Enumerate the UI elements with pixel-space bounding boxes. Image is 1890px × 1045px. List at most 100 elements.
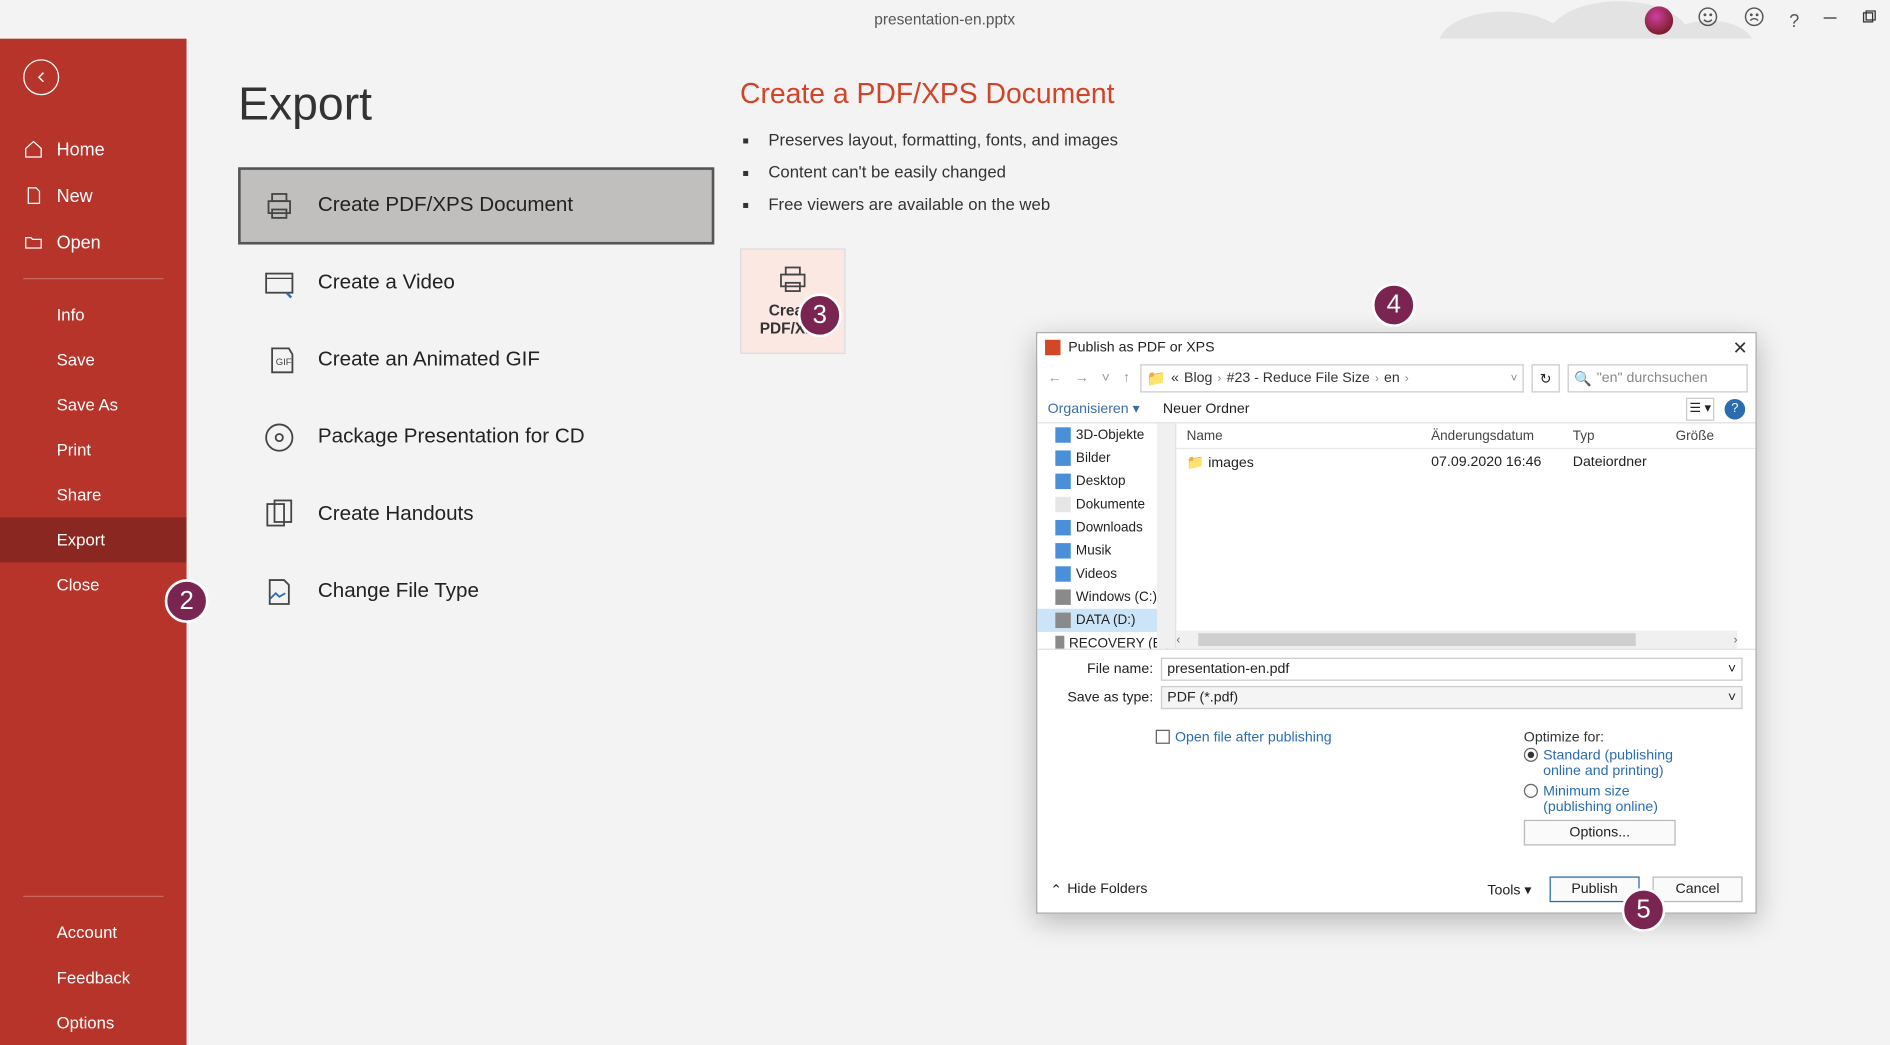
close-icon[interactable]: ✕ [1733, 337, 1748, 359]
open-after-checkbox[interactable] [1156, 730, 1170, 744]
nav-open[interactable]: Open [0, 219, 187, 265]
nav-feedback[interactable]: Feedback [0, 955, 187, 1000]
file-icon [23, 185, 44, 206]
nav-dropdown-icon[interactable]: ˅ [1099, 371, 1112, 386]
cancel-button[interactable]: Cancel [1653, 876, 1743, 902]
help-icon[interactable]: ? [1725, 398, 1746, 419]
file-row-name: 📁 images [1176, 454, 1421, 471]
savetype-field[interactable]: PDF (*.pdf) ˅ [1161, 686, 1743, 709]
export-option-pdf-label: Create PDF/XPS Document [318, 194, 573, 217]
export-option-gif[interactable]: GIF Create an Animated GIF [238, 322, 714, 399]
tree-item-downloads[interactable]: Downloads [1037, 516, 1175, 539]
folder-open-icon [23, 232, 44, 253]
tools-menu[interactable]: Tools ▾ [1487, 881, 1531, 898]
filename-label: File name: [1050, 662, 1161, 677]
nav-divider-bottom [23, 896, 163, 897]
tree-item-3d[interactable]: 3D-Objekte [1037, 423, 1175, 446]
path-breadcrumb[interactable]: 📁 « Blog› #23 - Reduce File Size› en› ˅ [1140, 364, 1524, 392]
back-button[interactable] [23, 59, 59, 95]
tree-item-d[interactable]: DATA (D:) [1037, 609, 1175, 632]
tree-item-c[interactable]: Windows (C:) [1037, 586, 1175, 609]
chevron-down-icon[interactable]: ˅ [1511, 372, 1518, 385]
folder-icon: 📁 [1147, 369, 1166, 387]
export-option-filetype[interactable]: Change File Type [238, 553, 714, 630]
user-avatar[interactable] [1645, 6, 1673, 34]
export-option-video[interactable]: Create a Video [238, 245, 714, 322]
radio-standard[interactable]: Standard (publishing online and printing… [1524, 748, 1743, 779]
backstage-sidebar: Home New Open Info Save Save As Print Sh… [0, 39, 187, 1045]
tree-item-videos[interactable]: Videos [1037, 562, 1175, 585]
radio-standard-button[interactable] [1524, 748, 1538, 762]
nav-print[interactable]: Print [0, 427, 187, 472]
nav-close[interactable]: Close [0, 562, 187, 607]
nav-saveas[interactable]: Save As [0, 382, 187, 427]
nav-divider [23, 278, 163, 279]
export-option-handouts[interactable]: Create Handouts [238, 476, 714, 553]
radio-minimum-button[interactable] [1524, 784, 1538, 798]
open-after-label[interactable]: Open file after publishing [1175, 730, 1332, 745]
export-option-pdf[interactable]: Create PDF/XPS Document [238, 167, 714, 244]
col-type[interactable]: Typ [1562, 428, 1665, 443]
restore-icon[interactable] [1861, 8, 1876, 31]
nav-new-label: New [57, 185, 93, 206]
home-icon [23, 139, 44, 160]
frown-icon[interactable] [1743, 5, 1766, 35]
col-name[interactable]: Name [1176, 428, 1421, 443]
file-row-date: 07.09.2020 16:46 [1421, 454, 1563, 471]
view-mode-button[interactable]: ☰ ▾ [1686, 397, 1714, 420]
bullet-1: Preserves layout, formatting, fonts, and… [740, 124, 1838, 156]
annotation-badge-4: 4 [1372, 283, 1416, 327]
nav-new[interactable]: New [0, 172, 187, 218]
filetype-icon [261, 574, 297, 610]
smile-icon[interactable] [1697, 5, 1720, 35]
nav-home[interactable]: Home [0, 126, 187, 172]
refresh-button[interactable]: ↻ [1532, 364, 1560, 392]
file-list[interactable]: Name Änderungsdatum Typ Größe 📁 images 0… [1176, 423, 1755, 648]
tree-item-dokumente[interactable]: Dokumente [1037, 493, 1175, 516]
tree-item-bilder[interactable]: Bilder [1037, 447, 1175, 470]
chevron-down-icon[interactable]: ˅ [1728, 690, 1736, 705]
search-input[interactable]: 🔍 "en" durchsuchen [1568, 364, 1748, 392]
nav-forward-icon[interactable]: → [1072, 371, 1091, 386]
folder-tree[interactable]: 3D-Objekte Bilder Desktop Dokumente Down… [1037, 423, 1176, 648]
export-option-video-label: Create a Video [318, 272, 455, 295]
export-option-cd[interactable]: Package Presentation for CD [238, 399, 714, 476]
file-list-header[interactable]: Name Änderungsdatum Typ Größe [1176, 423, 1755, 449]
nav-save[interactable]: Save [0, 337, 187, 382]
filename-field[interactable]: presentation-en.pdf ˅ [1161, 658, 1743, 681]
minimize-icon[interactable] [1822, 8, 1837, 31]
radio-minimum[interactable]: Minimum size (publishing online) [1524, 784, 1743, 815]
nav-share[interactable]: Share [0, 472, 187, 517]
organise-menu[interactable]: Organisieren ▾ [1048, 400, 1140, 417]
handouts-icon [261, 497, 297, 533]
nav-info[interactable]: Info [0, 292, 187, 337]
col-date[interactable]: Änderungsdatum [1421, 428, 1563, 443]
file-row[interactable]: 📁 images 07.09.2020 16:46 Dateiordner [1176, 449, 1755, 476]
col-size[interactable]: Größe [1665, 428, 1755, 443]
chevron-up-icon: ⌃ [1050, 881, 1062, 898]
tree-scrollbar[interactable] [1157, 423, 1175, 648]
help-icon[interactable]: ? [1789, 10, 1799, 31]
nav-options[interactable]: Options [0, 1000, 187, 1045]
hide-folders-toggle[interactable]: ⌃ Hide Folders [1050, 881, 1147, 898]
document-title: presentation-en.pptx [874, 10, 1015, 28]
titlebar-controls: ? [1645, 5, 1876, 35]
nav-home-label: Home [57, 139, 105, 160]
options-button[interactable]: Options... [1524, 820, 1676, 846]
bullet-3: Free viewers are available on the web [740, 188, 1838, 220]
publish-dialog: Publish as PDF or XPS ✕ ← → ˅ ↑ 📁 « Blog… [1036, 332, 1757, 914]
tree-item-e[interactable]: RECOVERY (E:) [1037, 632, 1175, 649]
nav-back-icon[interactable]: ← [1045, 371, 1064, 386]
dialog-titlebar: Publish as PDF or XPS ✕ [1037, 333, 1755, 361]
annotation-badge-5: 5 [1622, 888, 1666, 932]
optimize-label: Optimize for: [1524, 730, 1604, 745]
nav-export[interactable]: Export [0, 517, 187, 562]
nav-account[interactable]: Account [0, 910, 187, 955]
horizontal-scrollbar[interactable]: ‹ › [1176, 631, 1737, 649]
new-folder-button[interactable]: Neuer Ordner [1163, 401, 1250, 416]
chevron-down-icon[interactable]: ˅ [1728, 662, 1736, 677]
nav-up-icon[interactable]: ↑ [1120, 371, 1132, 386]
gif-icon: GIF [261, 342, 297, 378]
tree-item-musik[interactable]: Musik [1037, 539, 1175, 562]
tree-item-desktop[interactable]: Desktop [1037, 470, 1175, 493]
